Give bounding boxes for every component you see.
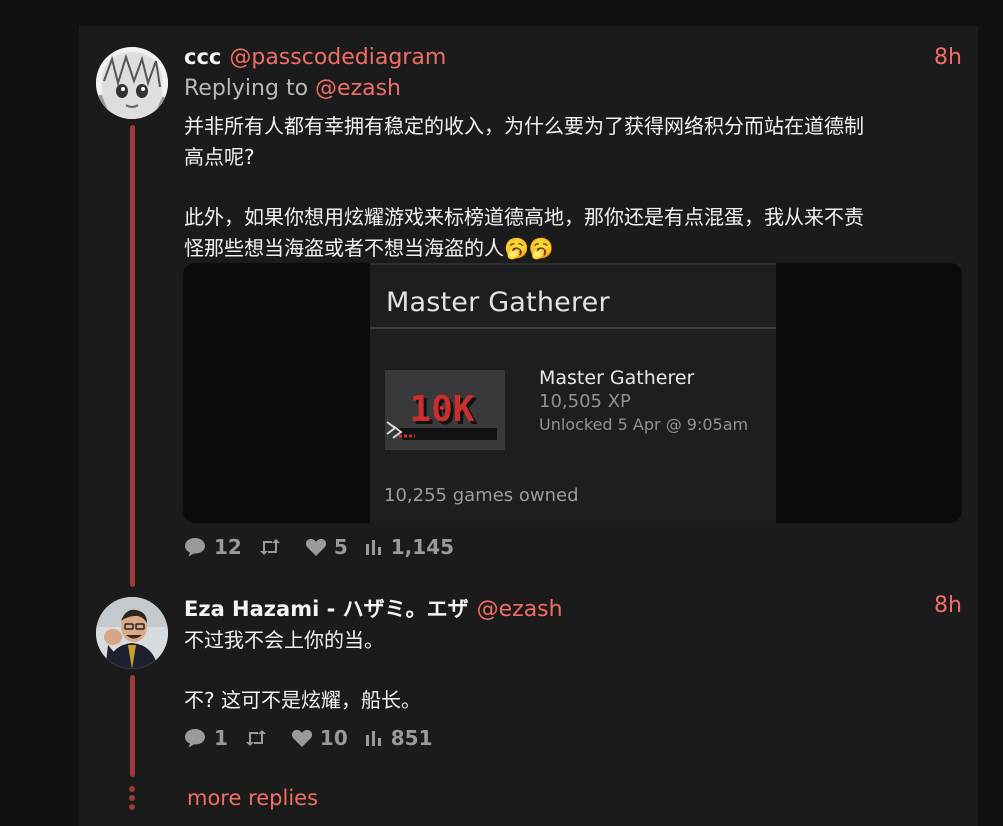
post-header: ccc @passcodediagram [184,45,446,75]
view-count: 1,145 [390,535,455,559]
thread-continuation-dots [129,786,136,813]
achievement-badge: 10K 10K [385,370,505,450]
comment-icon [185,538,205,557]
repost-icon [259,539,280,555]
like-count: 10 [319,726,348,750]
replying-to-handle[interactable]: @ezash [315,76,401,101]
thread-line [130,125,135,587]
post-time[interactable]: 8h [934,593,962,618]
achievement-card: Master Gatherer 10K 10K Master Gatherer … [370,263,776,523]
author-handle[interactable]: @ezash [477,597,563,622]
view-count: 851 [390,726,433,750]
avatar[interactable] [96,597,168,669]
author-handle[interactable]: @passcodediagram [229,45,446,70]
like-button[interactable]: 5 [305,535,348,559]
post-text: 不过我不会上你的当。 不? 这可不是炫耀，船长。 [184,625,959,716]
replying-to: Replying to @ezash [184,76,401,101]
author-name[interactable]: ccc [184,45,221,69]
divider [370,327,776,329]
reply-button[interactable]: 1 [183,726,228,750]
views-icon [365,731,381,746]
post-actions: 12 5 1,145 [183,534,470,560]
like-count: 5 [333,535,348,559]
reply-button[interactable]: 12 [183,535,242,559]
repost-button[interactable] [258,537,289,557]
post-media-image[interactable]: Master Gatherer 10K 10K Master Gatherer … [183,263,962,523]
heart-icon [291,729,312,747]
views-button[interactable]: 851 [364,726,433,750]
post-text-line: 不过我不会上你的当。 [184,628,384,652]
badge-text: 10K [409,389,474,430]
like-button[interactable]: 10 [291,726,348,750]
achievement-header: Master Gatherer [386,287,610,318]
more-replies-link[interactable]: more replies [187,786,318,810]
reply-count: 12 [214,535,242,559]
replying-to-label: Replying to [184,76,309,101]
achievement-xp: 10,505 XP [539,391,631,412]
repost-icon [245,730,266,746]
avatar[interactable] [96,47,168,119]
repost-button[interactable] [244,728,275,748]
post-header: Eza Hazami - ハザミ。エザ @ezash [184,593,563,623]
views-button[interactable]: 1,145 [364,535,454,559]
post-text-line: 高点呢? [184,145,255,169]
post-time[interactable]: 8h [934,45,962,70]
post-text-line: 此外，如果你想用炫耀游戏来标榜道德高地，那你还是有点混蛋，我从来不责 [184,205,864,229]
post-actions: 1 10 851 [183,725,449,751]
post-text: 并非所有人都有幸拥有稳定的收入，为什么要为了获得网络积分而站在道德制 高点呢? … [184,111,959,264]
author-name[interactable]: Eza Hazami - ハザミ。エザ [184,597,469,621]
views-icon [365,540,381,555]
post-text-line: 怪那些想当海盗或者不想当海盗的人🥱🥱 [184,236,554,260]
post-text-line: 并非所有人都有幸拥有稳定的收入，为什么要为了获得网络积分而站在道德制 [184,114,864,138]
reply-count: 1 [214,726,228,750]
achievement-name: Master Gatherer [539,367,695,389]
thread-line [130,675,135,777]
post-text-line: 不? 这可不是炫耀，船长。 [184,688,421,712]
games-owned: 10,255 games owned [384,485,579,506]
comment-icon [185,729,205,748]
heart-icon [305,538,326,556]
achievement-unlocked: Unlocked 5 Apr @ 9:05am [539,415,749,434]
